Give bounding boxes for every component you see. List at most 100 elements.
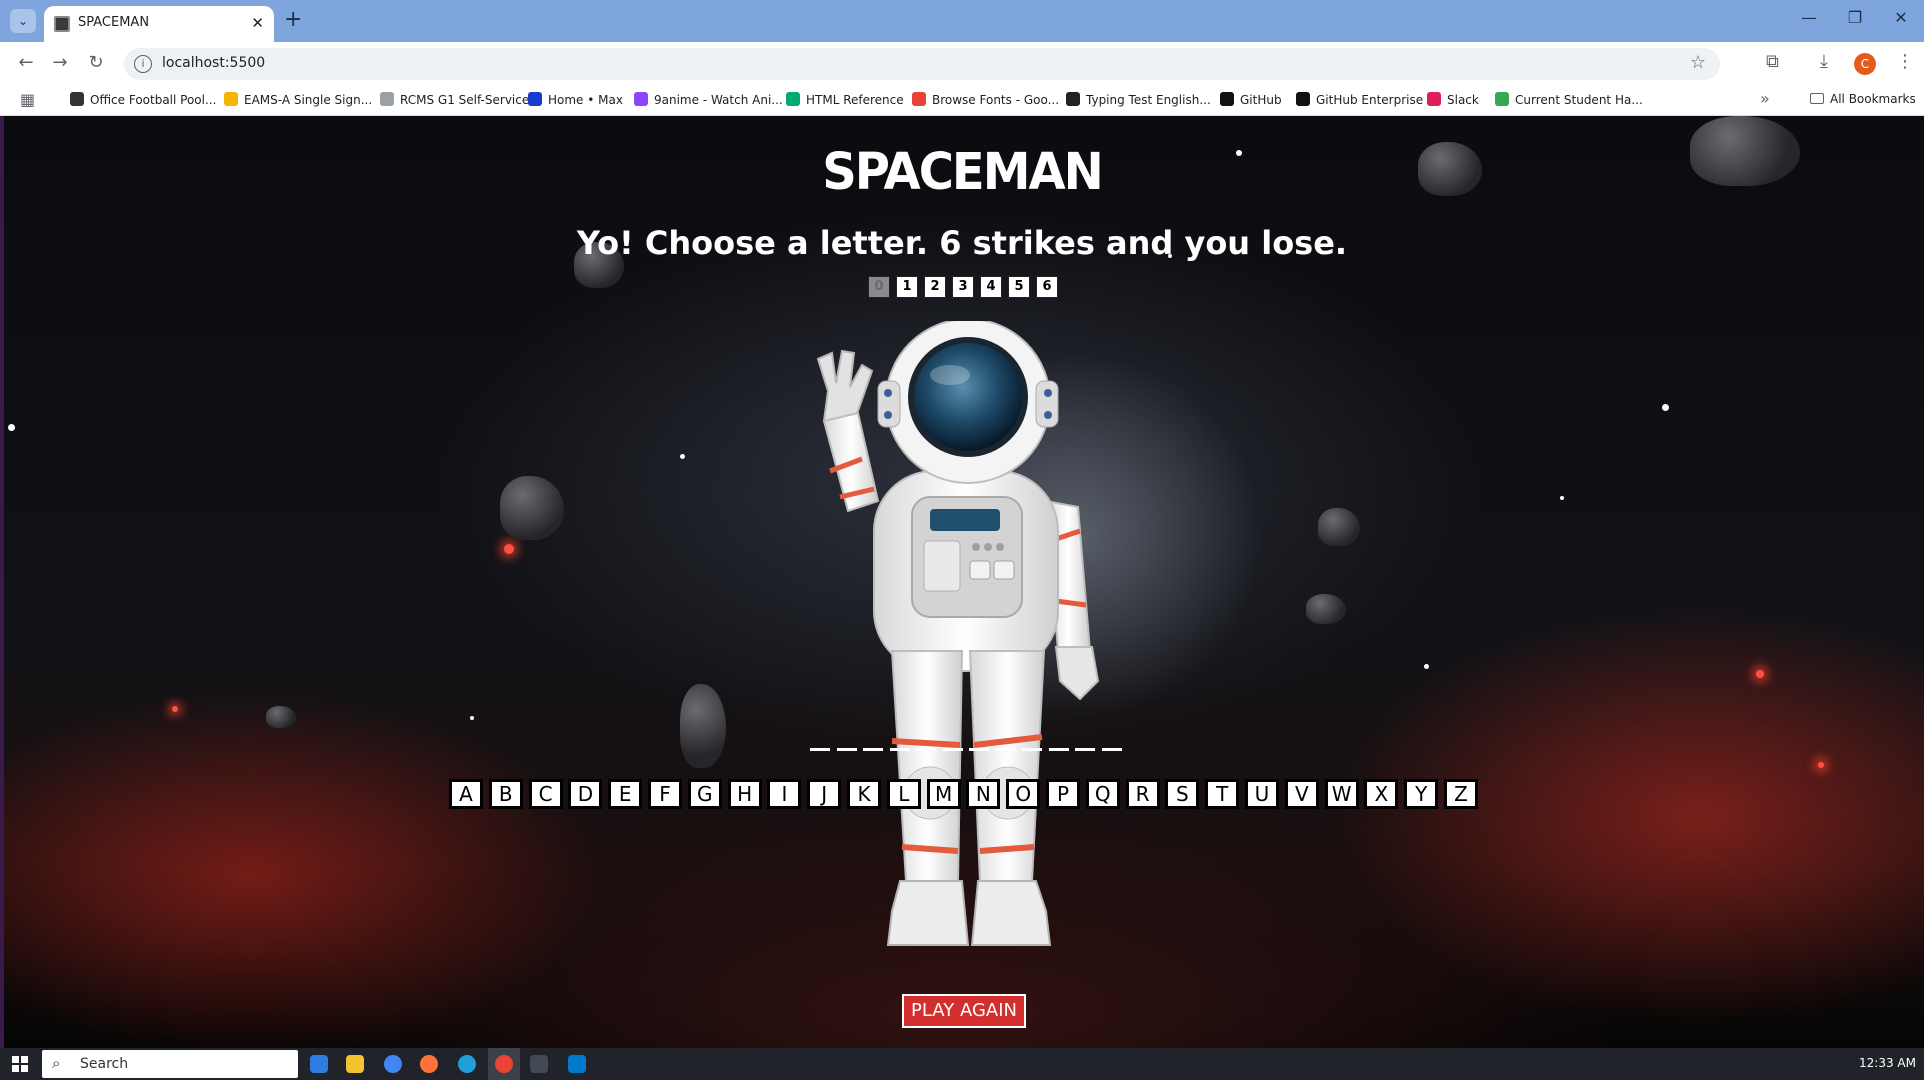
file-explorer-icon[interactable] (346, 1055, 364, 1073)
letter-blank (1101, 748, 1122, 751)
bookmark-favicon-icon (912, 92, 926, 106)
game-message: Yo! Choose a letter. 6 strikes and you l… (576, 224, 1348, 262)
letter-button-x[interactable]: X (1364, 779, 1399, 809)
letter-blank (810, 748, 830, 751)
taskbar-clock: 12:33 AM (1859, 1056, 1916, 1070)
windows-taskbar: ⌕ Search 12:33 AM (0, 1048, 1924, 1080)
vscode-icon[interactable] (568, 1055, 586, 1073)
letter-button-v[interactable]: V (1284, 779, 1319, 809)
edge-icon[interactable] (458, 1055, 476, 1073)
chrome-icon[interactable] (384, 1055, 402, 1073)
apps-grid-icon[interactable]: ▦ (20, 90, 35, 109)
site-info-icon[interactable]: i (134, 55, 152, 73)
bookmark-item[interactable]: Typing Test English... (1066, 92, 1211, 107)
bookmark-item[interactable]: GitHub Enterprise (1296, 92, 1423, 107)
letter-button-f[interactable]: F (648, 779, 682, 809)
bookmark-item[interactable]: 9anime - Watch Ani... (634, 92, 783, 107)
bookmark-item[interactable]: HTML Reference (786, 92, 904, 107)
reload-icon[interactable]: ↻ (84, 52, 108, 73)
letter-button-y[interactable]: Y (1404, 779, 1439, 809)
letter-button-d[interactable]: D (568, 779, 603, 809)
close-window-icon[interactable]: ✕ (1878, 8, 1924, 27)
letter-button-b[interactable]: B (488, 779, 523, 809)
bookmark-item[interactable]: Browse Fonts - Goo... (912, 92, 1059, 107)
bookmark-item[interactable]: Current Student Ha... (1495, 92, 1643, 107)
letter-button-s[interactable]: S (1165, 779, 1200, 809)
letter-button-g[interactable]: G (687, 779, 722, 809)
bookmark-item[interactable]: Slack (1427, 92, 1479, 107)
terminal-icon[interactable] (530, 1055, 548, 1073)
bookmark-favicon-icon (1066, 92, 1080, 106)
red-star (172, 706, 178, 712)
letter-button-c[interactable]: C (528, 779, 563, 809)
letter-button-n[interactable]: N (966, 779, 1001, 809)
bookmark-favicon-icon (528, 92, 542, 106)
restore-icon[interactable]: ❐ (1832, 8, 1878, 27)
extensions-icon[interactable]: ⧉ (1766, 51, 1779, 72)
letter-button-k[interactable]: K (847, 779, 881, 809)
profile-avatar[interactable]: C (1854, 53, 1876, 75)
bookmark-item[interactable]: EAMS-A Single Sign... (224, 92, 372, 107)
minimize-icon[interactable]: — (1786, 8, 1832, 27)
bookmark-item[interactable]: Home • Max (528, 92, 623, 107)
bookmark-favicon-icon (70, 92, 84, 106)
bookmark-item[interactable]: Office Football Pool... (70, 92, 216, 107)
strike-box: 4 (980, 276, 1002, 298)
letter-button-o[interactable]: O (1006, 779, 1041, 809)
letter-button-q[interactable]: Q (1085, 779, 1120, 809)
more-bookmarks-icon[interactable]: » (1760, 89, 1770, 108)
letter-button-z[interactable]: Z (1444, 779, 1478, 809)
letter-button-i[interactable]: I (767, 779, 802, 809)
letter-button-p[interactable]: P (1046, 779, 1080, 809)
copilot-icon[interactable] (310, 1055, 328, 1073)
star (470, 716, 474, 720)
astronaut-image (816, 321, 1100, 946)
letter-button-a[interactable]: A (449, 779, 483, 809)
letter-button-j[interactable]: J (807, 779, 842, 809)
letter-button-e[interactable]: E (608, 779, 643, 809)
letter-button-u[interactable]: U (1245, 779, 1279, 809)
letter-button-l[interactable]: L (886, 779, 921, 809)
letter-blank (969, 748, 989, 751)
letter-button-r[interactable]: R (1125, 779, 1160, 809)
game-page: SPACEMAN Yo! Choose a letter. 6 strikes … (0, 116, 1924, 1048)
bookmark-favicon-icon (1296, 92, 1310, 106)
asteroid (500, 476, 564, 540)
taskbar-search-label: Search (80, 1056, 129, 1072)
letter-button-h[interactable]: H (727, 779, 762, 809)
play-again-button[interactable]: PLAY AGAIN (902, 994, 1026, 1028)
tab-search-dropdown-icon[interactable]: ⌄ (10, 9, 36, 33)
taskbar-search[interactable]: ⌕ Search (42, 1050, 298, 1078)
bookmark-label: Slack (1447, 93, 1479, 107)
strike-box: 2 (924, 276, 946, 298)
windows-start-icon[interactable] (12, 1056, 28, 1072)
letter-button-m[interactable]: M (926, 779, 961, 809)
chrome-active-icon[interactable] (495, 1055, 513, 1073)
tab-title: SPACEMAN (78, 15, 150, 30)
letter-button-t[interactable]: T (1205, 779, 1240, 809)
downloads-icon[interactable]: ⤓ (1820, 51, 1828, 72)
new-tab-icon[interactable]: + (284, 7, 302, 32)
letter-blank (1022, 748, 1042, 751)
letter-blank (942, 748, 963, 751)
bookmark-item[interactable]: RCMS G1 Self-Service (380, 92, 529, 107)
letter-blank (916, 748, 936, 751)
bookmark-item[interactable]: GitHub (1220, 92, 1282, 107)
letter-button-w[interactable]: W (1324, 779, 1359, 809)
address-bar[interactable]: i localhost:5500 ☆ (124, 48, 1720, 80)
menu-kebab-icon[interactable]: ⋮ (1896, 51, 1914, 72)
letter-blank (889, 748, 910, 751)
letter-blank (995, 748, 1016, 751)
back-icon[interactable]: ← (14, 52, 38, 73)
asteroid (680, 684, 726, 768)
tab-close-icon[interactable]: ✕ (251, 14, 264, 32)
all-bookmarks-button[interactable]: All Bookmarks (1810, 92, 1916, 106)
bookmark-star-icon[interactable]: ☆ (1690, 52, 1706, 73)
tab-spaceman[interactable]: SPACEMAN ✕ (44, 6, 274, 42)
star (1662, 404, 1669, 411)
url-text[interactable]: localhost:5500 (162, 55, 265, 71)
bookmark-label: GitHub Enterprise (1316, 93, 1424, 107)
forward-icon[interactable]: → (48, 52, 72, 73)
firefox-icon[interactable] (420, 1055, 438, 1073)
bookmark-label: EAMS-A Single Sign... (244, 93, 373, 107)
